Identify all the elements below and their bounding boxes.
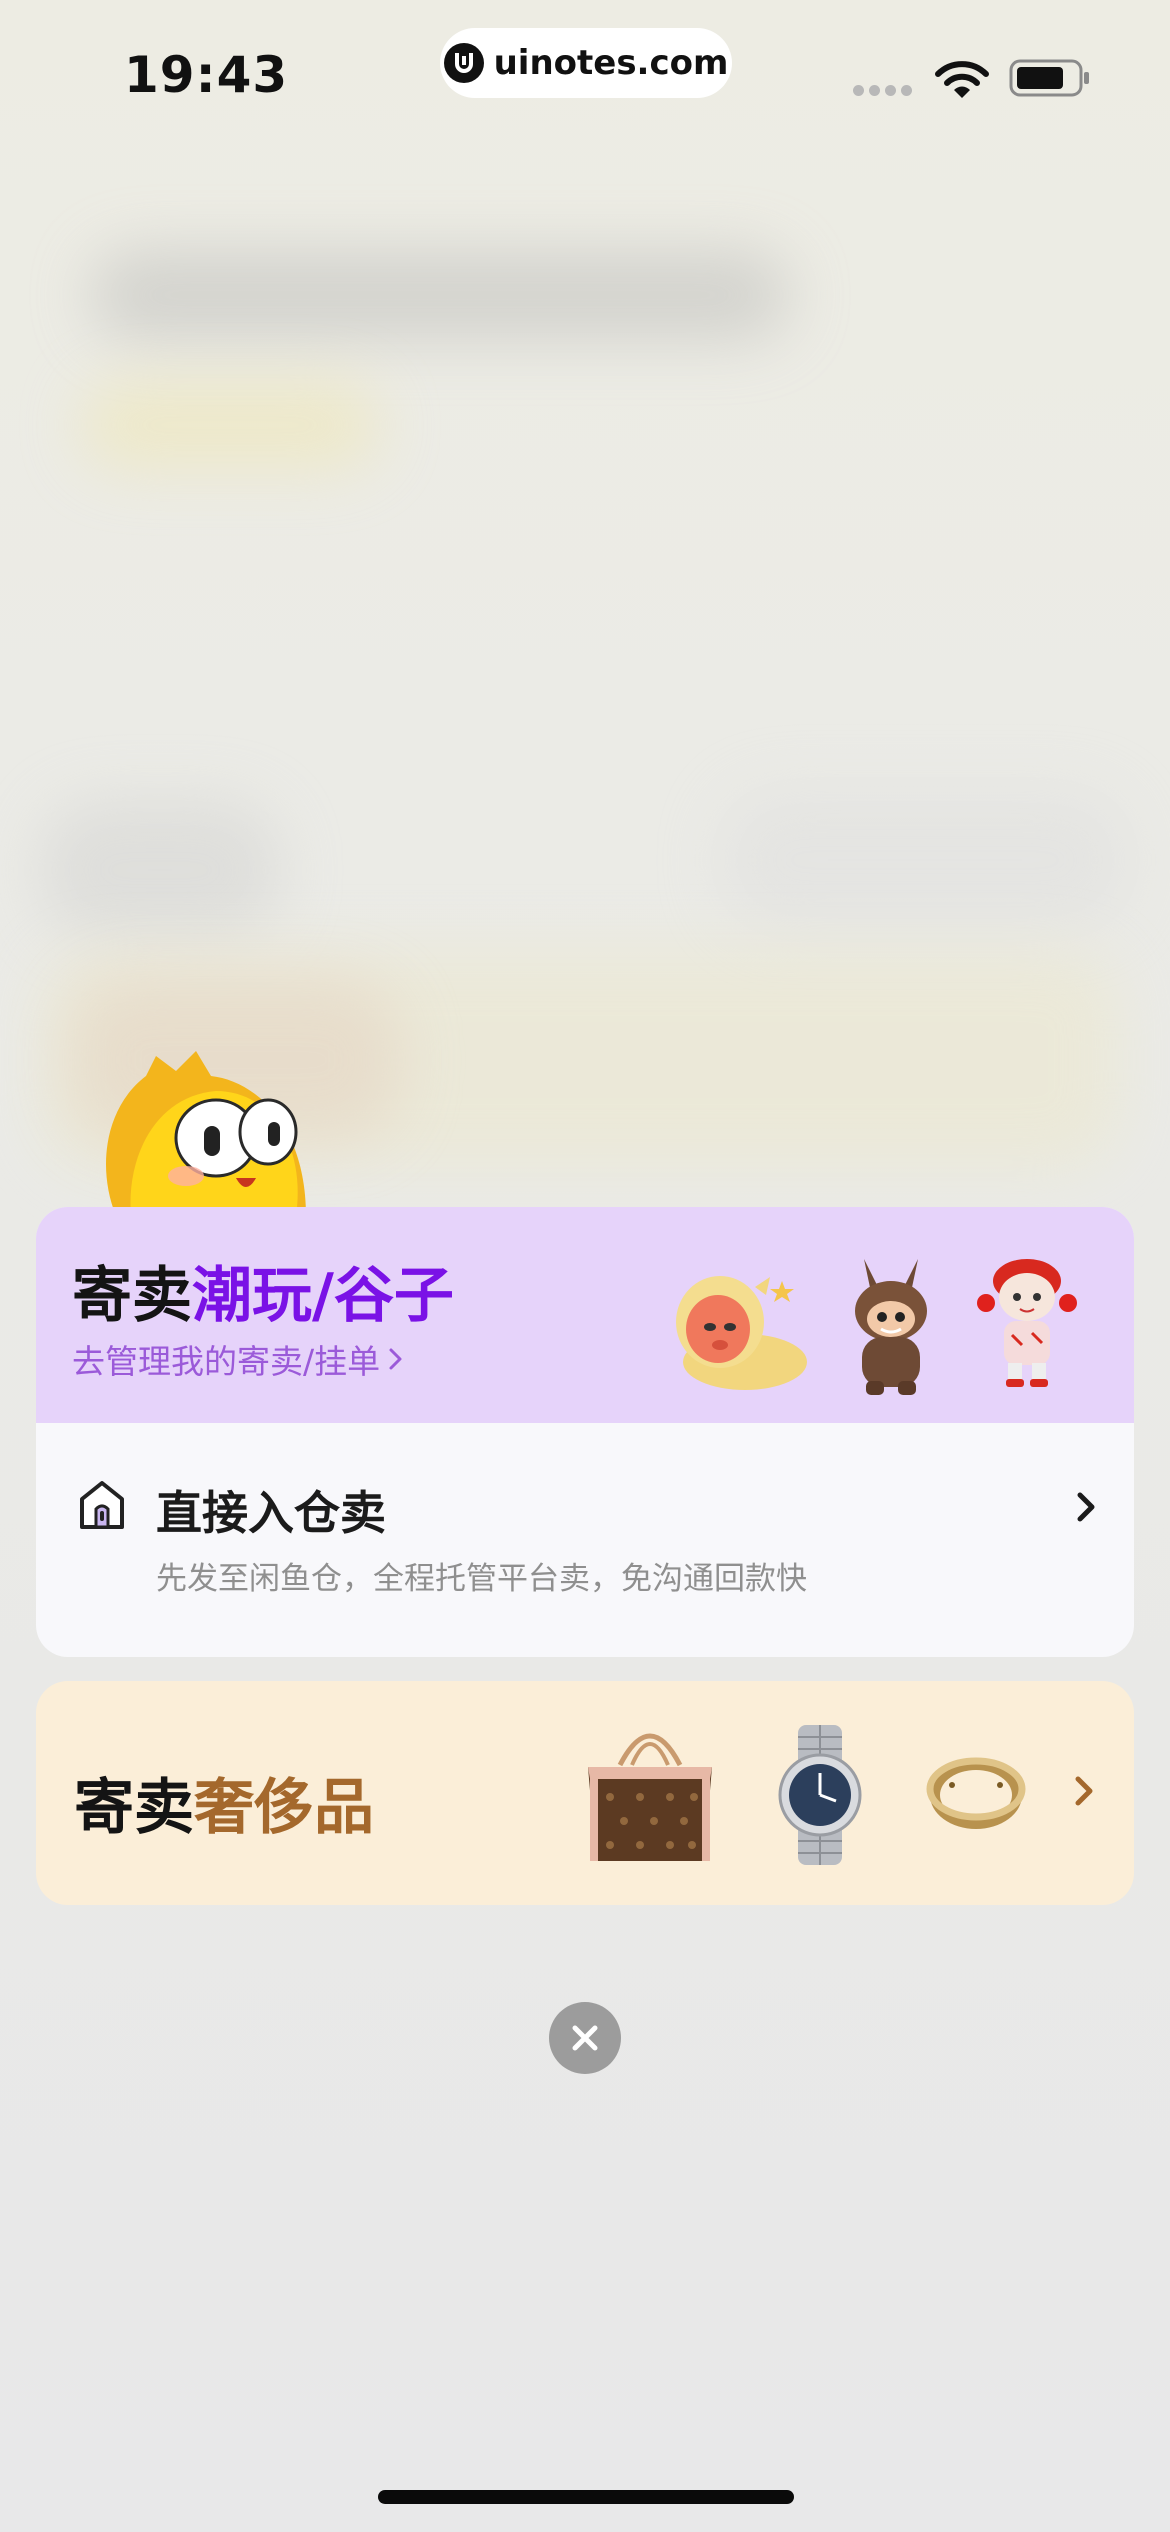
home-indicator[interactable] [378, 2490, 794, 2504]
luxury-consign-card[interactable]: 寄卖奢侈品 [36, 1681, 1134, 1905]
warehouse-sell-subtitle: 先发至闲鱼仓，全程托管平台卖，免沟通回款快 [156, 1561, 807, 1597]
luxury-title-prefix: 寄卖 [74, 1773, 194, 1843]
mascot-image [106, 1051, 306, 1216]
site-logo-icon [443, 43, 484, 83]
luxury-title-accent: 奢侈品 [194, 1773, 374, 1843]
doll-toy-image [977, 1259, 1077, 1387]
battery-icon [1009, 59, 1089, 97]
wristwatch-icon [778, 1725, 862, 1865]
trend-title-prefix: 寄卖 [72, 1261, 192, 1331]
warehouse-icon [80, 1481, 124, 1529]
chevron-right-icon [1075, 1776, 1093, 1806]
wifi-icon [935, 61, 989, 98]
trend-title-accent: 潮玩/谷子 [192, 1261, 454, 1331]
trend-consign-header[interactable]: 寄卖潮玩/谷子 去管理我的寄卖/挂单 [36, 1207, 1134, 1423]
chevron-right-icon [1077, 1492, 1095, 1522]
sheep-toy-image [676, 1276, 807, 1390]
handbag-icon [588, 1733, 712, 1861]
manage-consign-link[interactable]: 去管理我的寄卖/挂单 [72, 1335, 404, 1383]
manage-consign-label: 去管理我的寄卖/挂单 [72, 1342, 381, 1381]
trend-consign-title: 寄卖潮玩/谷子 [72, 1247, 454, 1334]
chevron-right-icon [389, 1348, 402, 1370]
url-text: uinotes.com [493, 43, 729, 83]
close-button[interactable] [549, 2002, 621, 2074]
status-time: 19:43 [124, 46, 289, 104]
url-pill[interactable]: uinotes.com [440, 28, 732, 98]
warehouse-sell-title: 直接入仓卖 [156, 1486, 386, 1540]
ring-icon [926, 1757, 1026, 1829]
trend-consign-card: 寄卖潮玩/谷子 去管理我的寄卖/挂单 直接入仓卖 先发至闲鱼仓，全程托管平台卖，… [36, 1207, 1134, 1657]
close-icon [572, 2025, 598, 2051]
signal-dots-icon [853, 85, 912, 96]
luxury-consign-title: 寄卖奢侈品 [74, 1759, 374, 1846]
monster-toy-image [855, 1259, 927, 1395]
